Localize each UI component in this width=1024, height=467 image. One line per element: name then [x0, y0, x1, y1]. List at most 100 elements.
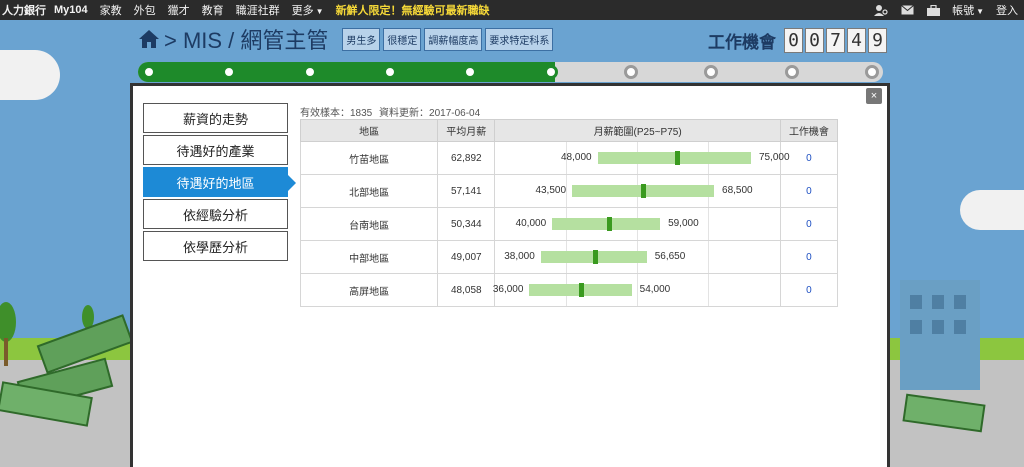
menu-salary-trend[interactable]: 薪資的走勢 [143, 103, 288, 133]
salary-range-chart: 38,000 56,650 [495, 241, 779, 273]
grid-line [637, 274, 639, 306]
title-bar: > MIS / 網管主管 男生多 很穩定 調薪幅度高 要求特定科系 [138, 24, 556, 54]
nav-my104[interactable]: My104 [52, 4, 94, 16]
progress-step [142, 65, 156, 79]
nav-education[interactable]: 教育 [196, 2, 230, 18]
range-p25-label: 38,000 [504, 251, 535, 262]
progress-step [865, 65, 879, 79]
progress-step [543, 65, 558, 79]
nav-tutor[interactable]: 家教 [94, 2, 128, 18]
top-navigation: 人力銀行 My104 家教 外包 獵才 教育 職涯社群 更多 ▼ 新鮮人限定！無經… [0, 0, 1024, 20]
job-count-link[interactable]: 0 [779, 240, 839, 274]
progress-step [383, 65, 397, 79]
table-header-row: 地區 平均月薪 月薪範圍(P25~P75) 工作機會 [299, 119, 839, 142]
avg-salary: 49,007 [437, 240, 496, 274]
money-pile-icon [902, 393, 986, 433]
grid-line [708, 274, 710, 306]
jobs-digit: 9 [868, 28, 887, 53]
range-p75-label: 59,000 [668, 218, 699, 229]
range-p75-label: 68,500 [722, 185, 753, 196]
table-row: 竹苗地區 62,892 48,000 75,000 0 [299, 141, 839, 175]
range-median-marker [592, 250, 598, 264]
salary-range-chart: 36,000 54,000 [493, 274, 779, 306]
avg-salary: 48,058 [437, 273, 496, 307]
side-menu: 薪資的走勢 待遇好的產業 待遇好的地區 依經驗分析 依學歷分析 [143, 103, 296, 263]
job-count-link[interactable]: 0 [779, 273, 839, 307]
salary-range: 43,500 68,500 [494, 174, 781, 208]
nav-outsourcing[interactable]: 外包 [128, 2, 162, 18]
menu-by-experience[interactable]: 依經驗分析 [143, 199, 288, 229]
range-median-marker [606, 217, 612, 231]
range-p25-label: 43,500 [535, 185, 567, 196]
sample-count: 有效樣本：1835 [300, 108, 373, 119]
progress-step [624, 65, 638, 79]
menu-by-education[interactable]: 依學歷分析 [143, 231, 288, 261]
nav-more[interactable]: 更多 ▼ [286, 2, 330, 18]
job-count-link[interactable]: 0 [779, 174, 839, 208]
tag-stable[interactable]: 很穩定 [383, 27, 422, 51]
update-date: 資料更新：2017-06-04 [379, 108, 481, 119]
menu-good-regions[interactable]: 待遇好的地區 [143, 167, 296, 197]
progress-step [302, 65, 317, 79]
jobs-counter-label: 工作機會 [708, 33, 776, 52]
range-p25-label: 48,000 [561, 152, 592, 163]
table-row: 中部地區 49,007 38,000 56,650 0 [299, 240, 839, 274]
briefcase-icon[interactable] [920, 0, 946, 20]
nav-right-group: 帳號 ▼ 登入 [868, 0, 1024, 20]
salary-range-chart: 40,000 59,000 [495, 208, 779, 240]
salary-modal: × 薪資的走勢 待遇好的產業 待遇好的地區 依經驗分析 依學歷分析 有效樣本：1… [130, 83, 890, 467]
nav-headhunter[interactable]: 獵才 [162, 2, 196, 18]
jobs-digit: 0 [805, 28, 824, 53]
salary-range: 38,000 56,650 [494, 240, 781, 274]
region-name: 台南地區 [299, 207, 439, 241]
nav-more-label: 更多 [291, 5, 314, 17]
jobs-digit: 4 [847, 28, 866, 53]
tag-specific-major[interactable]: 要求特定科系 [485, 27, 554, 51]
nav-career-community[interactable]: 職涯社群 [230, 2, 286, 18]
building-icon [900, 280, 980, 390]
progress-track [138, 62, 883, 82]
people-search-icon[interactable] [868, 0, 894, 20]
page-title: > MIS / 網管主管 [164, 28, 329, 53]
tag-high-raise[interactable]: 調薪幅度高 [424, 27, 483, 51]
salary-range: 48,000 75,000 [494, 141, 790, 175]
grid-line [708, 208, 710, 240]
nav-jobbank[interactable]: 人力銀行 [0, 2, 52, 18]
salary-range: 36,000 54,000 [493, 273, 781, 307]
jobs-counter: 工作機會 0 0 7 4 9 [708, 28, 887, 53]
col-salary-range: 月薪範圍(P25~P75) [494, 119, 781, 142]
col-avg-salary: 平均月薪 [437, 119, 496, 142]
range-median-marker [641, 184, 647, 198]
table-row: 北部地區 57,141 43,500 68,500 0 [299, 174, 839, 208]
menu-good-industries[interactable]: 待遇好的產業 [143, 135, 288, 165]
region-name: 中部地區 [299, 240, 439, 274]
mail-icon[interactable] [894, 0, 920, 20]
close-button[interactable]: × [866, 88, 882, 104]
caret-down-icon: ▼ [976, 7, 984, 16]
home-icon[interactable] [138, 28, 160, 50]
range-p75-label: 75,000 [758, 152, 790, 163]
progress-step [704, 65, 719, 79]
nav-login[interactable]: 登入 [990, 2, 1024, 18]
nav-account[interactable]: 帳號 ▼ [946, 2, 990, 18]
range-p25-label: 40,000 [515, 218, 547, 229]
range-median-marker [578, 283, 584, 297]
salary-range-chart: 48,000 75,000 [495, 142, 790, 174]
tag-more-male[interactable]: 男生多 [342, 27, 381, 51]
region-name: 竹苗地區 [299, 141, 439, 175]
table-row: 高屏地區 48,058 36,000 54,000 0 [299, 273, 839, 307]
grid-line [708, 241, 710, 273]
region-name: 北部地區 [299, 174, 439, 208]
cloud [960, 190, 1024, 230]
jobs-digit: 7 [826, 28, 845, 53]
range-median-marker [675, 151, 681, 165]
jobs-digit: 0 [784, 28, 803, 53]
table-row: 台南地區 50,344 40,000 59,000 0 [299, 207, 839, 241]
job-count-link[interactable]: 0 [779, 207, 839, 241]
range-p75-label: 54,000 [639, 284, 671, 295]
grid-line [566, 175, 568, 207]
nav-promo-link[interactable]: 新鮮人限定！無經驗可最新職缺 [330, 2, 496, 18]
col-region: 地區 [299, 119, 439, 142]
avg-salary: 50,344 [437, 207, 496, 241]
avg-salary: 57,141 [437, 174, 496, 208]
